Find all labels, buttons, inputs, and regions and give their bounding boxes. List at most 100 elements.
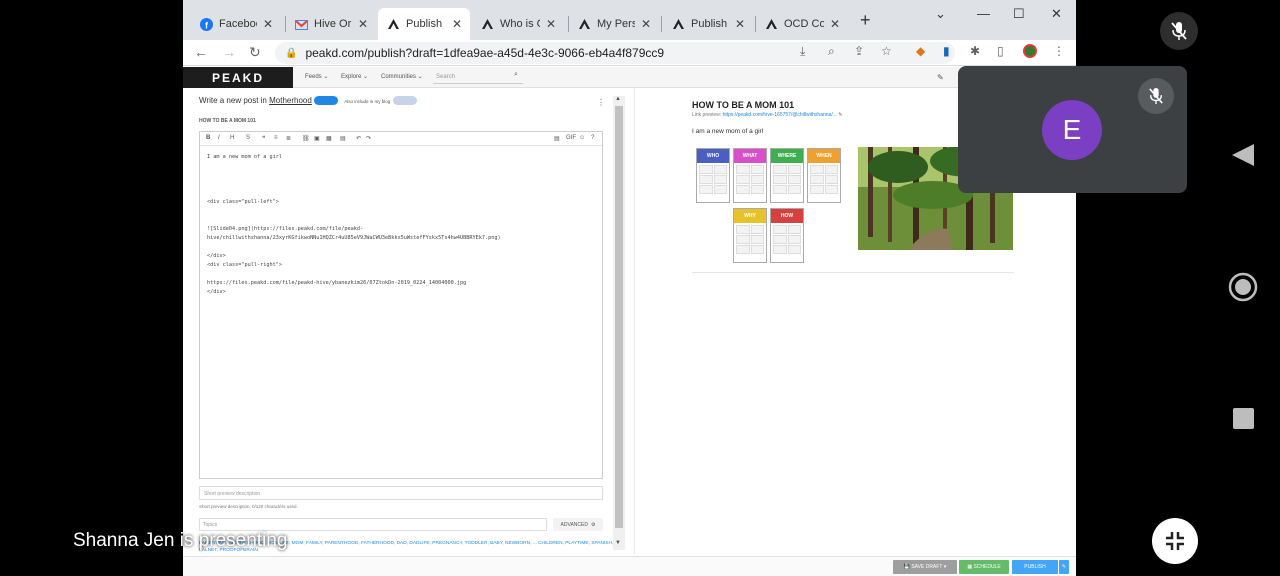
presenting-label: Shanna Jen is presenting [73,530,288,551]
close-tab-icon[interactable]: ✕ [830,17,840,31]
question-card: WHO [696,148,730,203]
bold-icon[interactable]: B [206,135,210,141]
participant-tile[interactable]: E [958,66,1187,193]
recents-nav-icon[interactable] [1228,406,1258,437]
peakd-icon [764,17,778,31]
new-tab-button[interactable]: + [860,10,871,31]
tab-7[interactable]: OCD Co ✕ [756,8,848,40]
scroll-thumb[interactable] [615,106,623,528]
markdown-editor[interactable]: B I H S ❝ ≡ ≣ ⛓ ▣ ▦ ▤ ↶ ↷ ▤ GIF ☺ ? I am… [199,131,603,479]
community-toggle[interactable] [314,96,339,106]
minimize-icon[interactable]: — [977,6,990,21]
nav-feeds[interactable]: Feeds ⌄ [305,73,328,80]
tab-1[interactable]: f Faceboo ✕ [191,8,281,40]
close-tab-icon[interactable]: ✕ [641,17,651,31]
edit-pencil-icon[interactable]: ✎ [937,73,944,82]
advanced-button[interactable]: ADVANCED ⚙ [553,518,603,531]
schedule-button[interactable]: ▦ SCHEDULE [959,560,1009,574]
profile-icon[interactable] [1023,44,1037,61]
tab-4[interactable]: Who is C ✕ [472,8,564,40]
bookmark-star-icon[interactable]: ☆ [881,44,892,58]
card-header: WHO [697,149,729,163]
install-icon[interactable]: ⤓ [800,44,805,59]
short-description-note: Short preview description: 0/120 charact… [199,504,298,509]
editor-scrollbar[interactable]: ▲ ▼ [613,96,625,550]
image-icon[interactable]: ▣ [314,135,320,142]
post-editor: Write a new post in Motherhood Also incl… [199,96,625,556]
quote-icon[interactable]: ❝ [262,135,265,142]
save-icon: 💾 [903,564,912,570]
emoji-icon[interactable]: ☺ [579,135,585,141]
close-tab-icon[interactable]: ✕ [452,17,462,31]
lock-icon: 🔒 [285,47,298,59]
scroll-up-icon[interactable]: ▲ [615,96,621,102]
table-icon[interactable]: ▦ [326,135,332,142]
preview-url[interactable]: https://peakd.com/hive-165757/@chillwith… [723,112,837,118]
exit-fullscreen-button[interactable] [1152,518,1198,564]
keychain-icon[interactable]: ▮ [943,44,950,58]
mic-off-button[interactable] [1160,12,1198,50]
tab-2[interactable]: Hive Ori ✕ [286,8,376,40]
card-header: WHAT [734,149,766,163]
question-card: WHERE [770,148,804,203]
close-window-icon[interactable]: ✕ [1051,6,1062,22]
short-description-input[interactable]: Short preview description [199,486,603,500]
nav-explore[interactable]: Explore ⌄ [341,73,368,80]
facebook-icon: f [199,17,213,31]
share-icon[interactable]: ⇪ [854,44,864,58]
editor-menu-icon[interactable]: ⋮ [597,98,605,107]
tab-6[interactable]: Publish | ✕ [663,8,753,40]
table-alt-icon[interactable]: ▤ [340,135,346,142]
zoom-icon[interactable]: ⌕ [828,44,835,59]
strikethrough-icon[interactable]: S [246,135,250,141]
tab-search-icon[interactable]: ⌄ [935,6,946,22]
address-bar[interactable]: 🔒 peakd.com/publish?draft=1dfea9ae-a45d-… [275,42,955,64]
tab-5[interactable]: My Perso ✕ [569,8,659,40]
home-nav-icon[interactable] [1228,272,1258,307]
link-icon[interactable]: ⛓ [302,135,310,142]
extensions-icon[interactable]: ✱ [970,44,980,58]
save-draft-button[interactable]: 💾 SAVE DRAFT ▾ [893,560,957,574]
close-tab-icon[interactable]: ✕ [263,17,273,31]
participant-avatar: E [1042,100,1102,160]
publish-options-icon[interactable]: ✎ [1059,560,1069,574]
peakd-icon [671,17,685,31]
redo-icon[interactable]: ↷ [366,135,371,142]
search-icon[interactable]: ⌕ [514,71,518,79]
ol-icon[interactable]: ≣ [286,135,291,142]
card-header: WHY [734,209,766,223]
ul-icon[interactable]: ≡ [274,135,278,141]
publish-button[interactable]: PUBLISH [1012,560,1058,574]
reload-icon[interactable]: ↻ [249,44,261,61]
sidepanel-icon[interactable]: ▯ [997,44,1004,58]
undo-icon[interactable]: ↶ [356,135,361,142]
browser-menu-icon[interactable]: ⋮ [1053,44,1065,58]
close-tab-icon[interactable]: ✕ [735,17,745,31]
editor-body[interactable]: I am a new mom of a girl <div class="pul… [200,146,602,304]
gif-icon[interactable]: GIF [566,135,576,141]
post-title[interactable]: HOW TO BE A MOM 101 [199,118,256,124]
scroll-down-icon[interactable]: ▼ [615,540,621,546]
close-tab-icon[interactable]: ✕ [358,17,368,31]
peakd-logo[interactable]: PEAKD [183,67,293,88]
gear-icon: ⚙ [590,521,596,528]
nav-communities[interactable]: Communities ⌄ [381,73,423,80]
preview-toggle-icon[interactable]: ▤ [554,135,560,142]
back-nav-icon[interactable] [1228,142,1258,173]
heading-icon[interactable]: H [230,135,234,141]
tab-strip: f Faceboo ✕ Hive Ori ✕ Publish | ✕ Who i… [183,0,1076,40]
close-tab-icon[interactable]: ✕ [546,17,556,31]
question-card: WHY [733,208,767,263]
italic-icon[interactable]: I [218,135,220,141]
maximize-icon[interactable]: ☐ [1013,6,1025,22]
mic-off-icon [1171,22,1187,40]
back-icon[interactable]: ← [194,44,208,60]
peakd-search-input[interactable]: Search [433,71,523,84]
edit-link-icon[interactable]: ✎ [838,112,842,118]
tab-3-active[interactable]: Publish | ✕ [378,8,470,40]
blog-toggle[interactable] [392,96,417,106]
community-link[interactable]: Motherhood [269,96,312,105]
help-icon[interactable]: ? [591,135,594,141]
metamask-icon[interactable]: ◆ [916,44,925,58]
forward-icon[interactable]: → [222,44,236,60]
